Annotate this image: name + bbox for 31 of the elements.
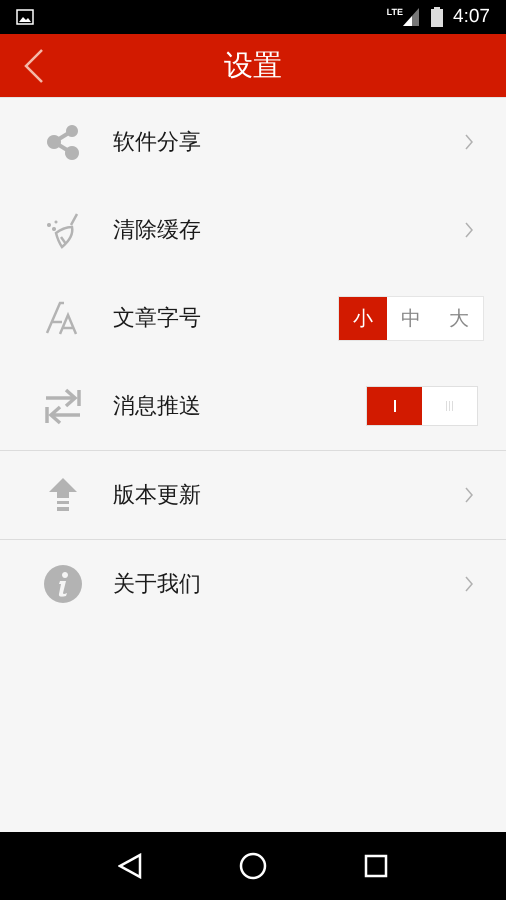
row-label: 消息推送 [113,392,201,420]
row-label: 版本更新 [113,482,201,510]
recents-nav-icon[interactable] [364,854,388,878]
battery-icon [431,7,444,27]
toggle-switch[interactable] [366,386,478,426]
chevron-right-icon [464,576,474,592]
row-label: 软件分享 [113,128,201,156]
row-label: 文章字号 [113,304,201,332]
off-mark-icon [446,401,453,411]
settings-row[interactable]: 消息推送 [0,362,506,450]
page-title: 设置 [224,46,282,84]
transfer-arrows-icon [44,387,82,425]
settings-row[interactable]: 文章字号 小 中 大 [0,274,506,362]
chevron-right-icon [464,222,474,238]
settings-row[interactable]: 版本更新 [0,451,506,539]
size-option[interactable]: 小 [339,296,387,340]
row-label: 关于我们 [113,570,201,598]
info-icon [43,564,83,604]
settings-row[interactable]: 关于我们 [0,540,506,628]
share-icon [44,123,82,161]
settings-row[interactable]: 清除缓存 [0,186,506,274]
chevron-right-icon [464,487,474,503]
back-nav-icon[interactable] [118,853,142,879]
settings-row[interactable]: 软件分享 [0,98,506,186]
network-type: LTE [386,6,404,19]
row-label: 清除缓存 [113,216,201,244]
chevron-right-icon [464,134,474,150]
signal-icon [403,8,420,26]
image-icon [16,9,34,25]
clock: 4:07 [453,4,490,29]
home-nav-icon[interactable] [238,852,267,880]
